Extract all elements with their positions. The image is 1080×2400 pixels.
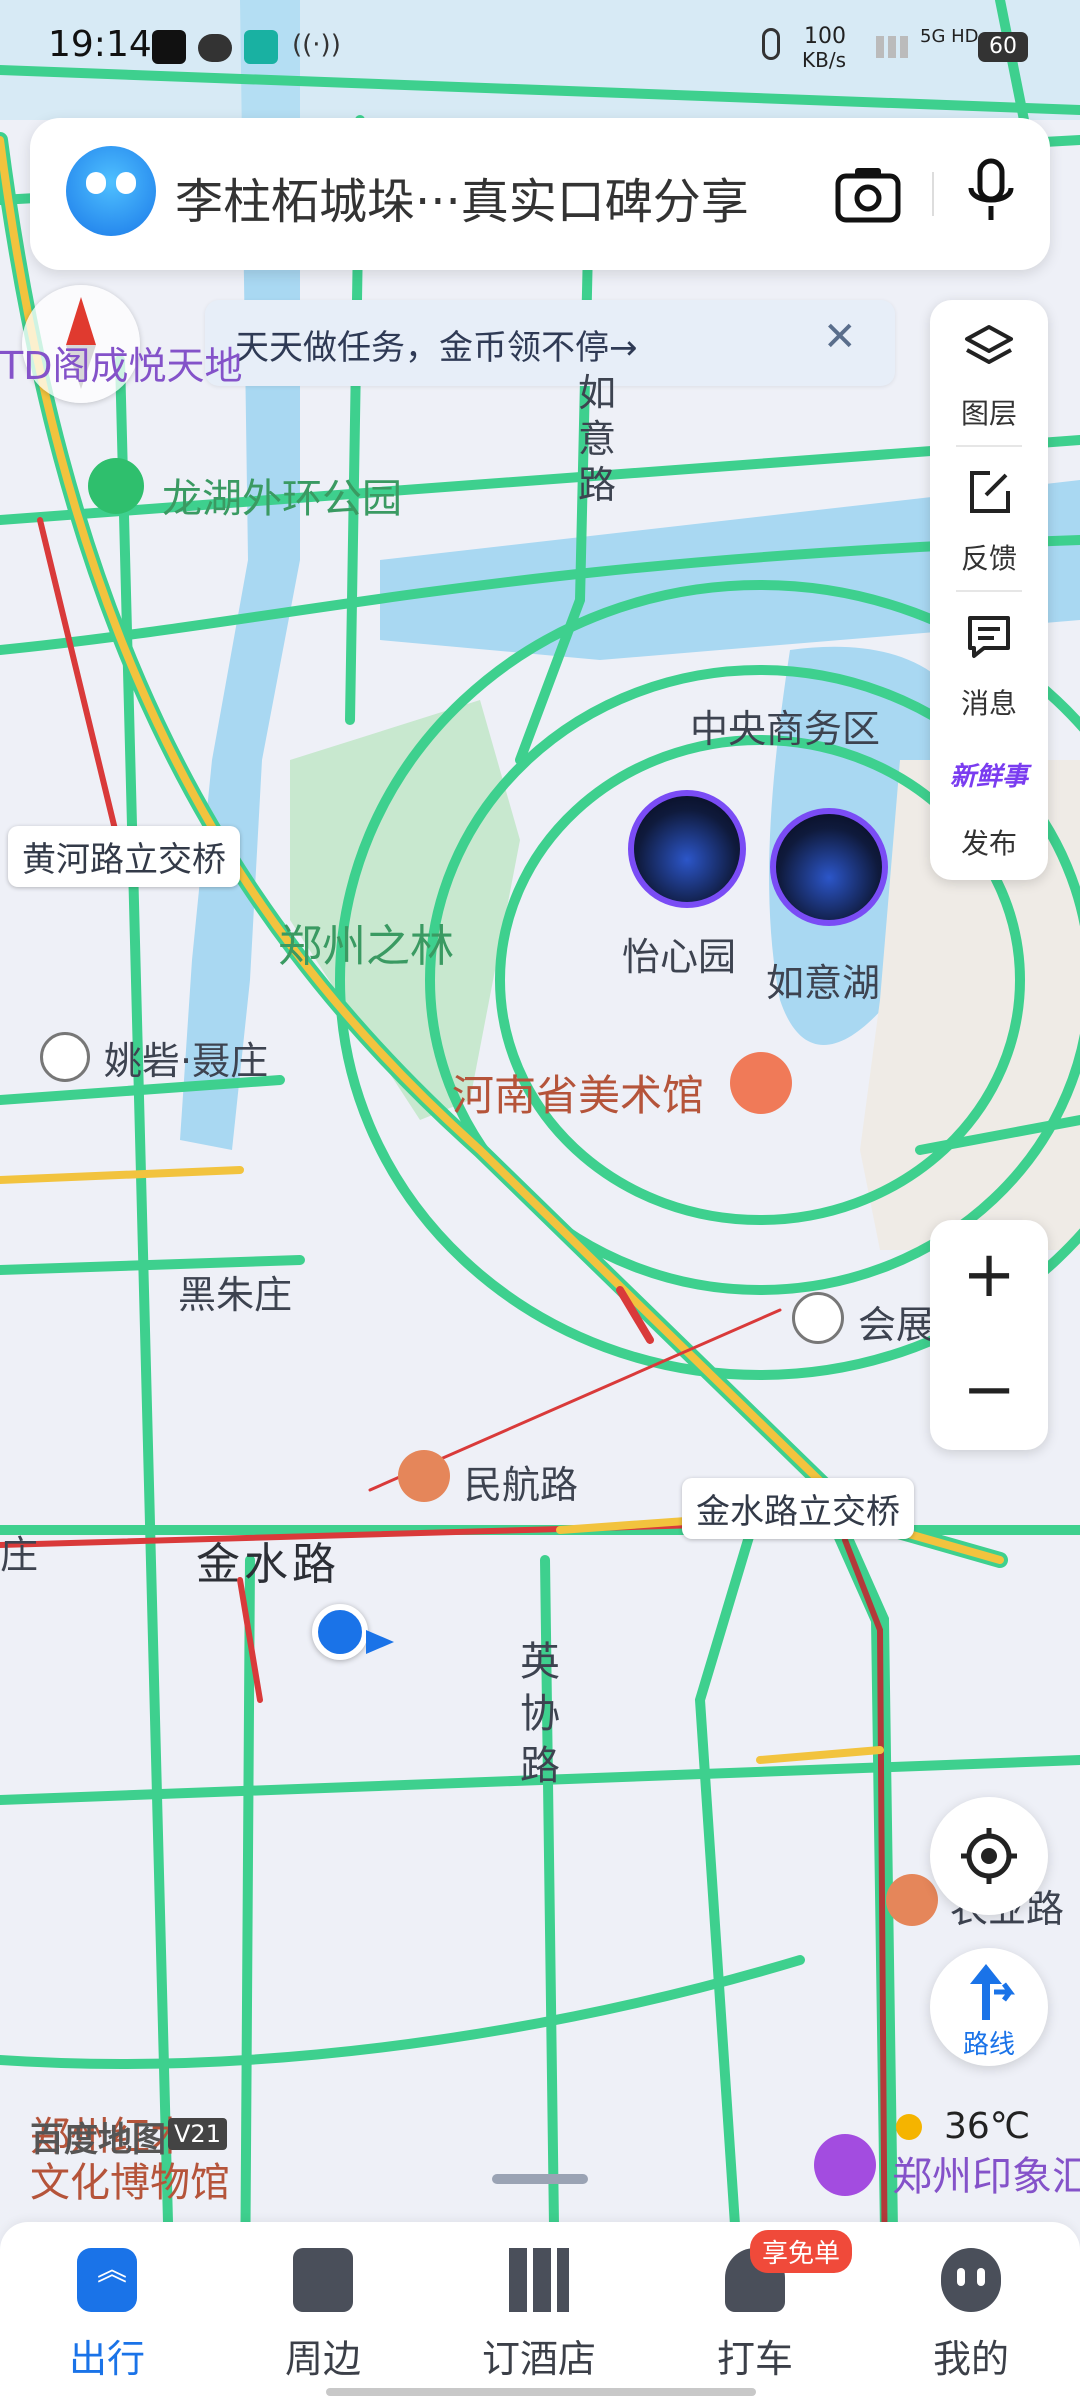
map-label-zhengzhou-forest[interactable]: 郑州之林 bbox=[278, 910, 454, 974]
baidu-map-logo: 百度地图 bbox=[30, 2120, 166, 2160]
wechat-icon bbox=[198, 34, 232, 62]
taxi-free-badge: 享免单 bbox=[750, 2230, 853, 2273]
layers-button[interactable]: 图层 bbox=[930, 300, 1048, 440]
current-location-marker[interactable] bbox=[312, 1604, 368, 1660]
feedback-label: 反馈 bbox=[960, 542, 1017, 575]
map-tool-panel: 图层 反馈 消息 新鲜事 发布 bbox=[930, 300, 1048, 880]
map-label-yixin-garden[interactable]: 怡心园 bbox=[622, 926, 736, 981]
task-banner[interactable]: 天天做任务，金币领不停→ ✕ bbox=[205, 300, 895, 386]
nfc-icon: ((·)) bbox=[292, 30, 341, 60]
sun-icon bbox=[896, 2114, 922, 2140]
tab-mine[interactable]: 我的 bbox=[896, 2248, 1046, 2381]
map-label-yingxie-road: 英协路 bbox=[520, 1639, 560, 1789]
home-indicator bbox=[326, 2388, 756, 2396]
tab-nearby-label: 周边 bbox=[284, 2337, 361, 2381]
tab-hotel-label: 订酒店 bbox=[481, 2337, 596, 2381]
nearby-bag-icon bbox=[293, 2248, 353, 2312]
metro-icon[interactable] bbox=[40, 1032, 90, 1082]
map-label-henan-art-museum[interactable]: 河南省美术馆 bbox=[452, 1062, 704, 1123]
route-button[interactable]: 路线 bbox=[930, 1948, 1048, 2066]
mic-status-icon bbox=[762, 28, 780, 60]
tab-travel-label: 出行 bbox=[68, 2337, 145, 2381]
park-pin-icon[interactable] bbox=[88, 458, 144, 514]
map-label-yaobo-niezhuang[interactable]: 姚砦·聂庄 bbox=[104, 1030, 268, 1085]
map-label-exhibition[interactable]: 会展 bbox=[858, 1294, 934, 1349]
map-label-ruyi-road: 如意路 bbox=[578, 371, 617, 507]
microphone-icon[interactable] bbox=[966, 158, 1016, 228]
task-banner-text[interactable]: 天天做任务，金币领不停→ bbox=[235, 320, 638, 369]
search-input[interactable]: 李柱柘城垛···真实口碑分享 bbox=[175, 162, 749, 232]
map-label-left-edge: 庄 bbox=[0, 1533, 39, 1577]
zoom-in-button[interactable]: + bbox=[930, 1220, 1048, 1335]
boss-app-icon bbox=[244, 30, 278, 64]
status-bar: 19:14 ((·)) 100 KB/s 5G HD 60 bbox=[0, 0, 1080, 100]
zoom-control: + − bbox=[930, 1220, 1048, 1450]
tab-mine-label: 我的 bbox=[932, 2337, 1009, 2381]
search-bar[interactable]: 李柱柘城垛···真实口碑分享 bbox=[30, 118, 1050, 270]
feedback-button[interactable]: 反馈 bbox=[930, 445, 1048, 585]
metro-icon[interactable] bbox=[792, 1292, 844, 1344]
map-label-poi[interactable]: TD阁成悦天地 bbox=[0, 335, 242, 390]
close-icon[interactable]: ✕ bbox=[823, 314, 857, 360]
map-label-huanghe-bridge[interactable]: 黄河路立交桥 bbox=[8, 826, 240, 887]
map-label-cbd[interactable]: 中央商务区 bbox=[690, 698, 880, 753]
messages-button[interactable]: 消息 bbox=[930, 590, 1048, 730]
search-divider bbox=[932, 172, 934, 216]
poi-photo-ruyi-lake[interactable] bbox=[770, 808, 888, 926]
poi-photo-yixin-garden[interactable] bbox=[628, 790, 746, 908]
tab-taxi-label: 打车 bbox=[716, 2337, 793, 2381]
publish-label: 发布 bbox=[960, 827, 1017, 860]
museum-pin-icon[interactable] bbox=[730, 1052, 792, 1114]
map-label-heizhu-zhuang[interactable]: 黑朱庄 bbox=[178, 1264, 292, 1319]
crosshair-icon bbox=[961, 1828, 1017, 1884]
map-label-minhang-road[interactable]: 民航路 bbox=[464, 1454, 578, 1509]
tab-nearby[interactable]: 周边 bbox=[248, 2248, 398, 2381]
profile-avatar-icon bbox=[941, 2248, 1001, 2312]
travel-icon: ︽ bbox=[77, 2248, 137, 2312]
battery-level: 60 bbox=[989, 34, 1017, 59]
tab-hotel[interactable]: 订酒店 bbox=[464, 2248, 614, 2381]
signal-icon bbox=[876, 36, 916, 58]
battery-icon: 60 bbox=[978, 32, 1028, 62]
route-label: 路线 bbox=[962, 2030, 1015, 2060]
map-label-ruyi-lake[interactable]: 如意湖 bbox=[766, 952, 880, 1007]
weather-temperature[interactable]: 36℃ bbox=[944, 2106, 1030, 2147]
publish-button[interactable]: 新鲜事 发布 bbox=[930, 730, 1048, 870]
baidu-map-version: V21 bbox=[168, 2118, 227, 2150]
message-icon bbox=[968, 616, 1010, 658]
map-label-longhu-park[interactable]: 龙湖外环公园 bbox=[162, 466, 402, 524]
net-speed-unit: KB/s bbox=[802, 48, 846, 72]
tiktok-icon bbox=[152, 30, 186, 64]
bottom-tab-bar: ︽ 出行 周边 订酒店 打车 享免单 我的 bbox=[0, 2222, 1080, 2400]
layers-label: 图层 bbox=[960, 397, 1017, 430]
shopping-pin-icon[interactable] bbox=[814, 2134, 876, 2196]
publish-news-logo: 新鲜事 bbox=[949, 762, 1028, 792]
map-label-impression[interactable]: 郑州印象汇 bbox=[892, 2144, 1080, 2202]
hotel-building-icon bbox=[509, 2248, 569, 2312]
bus-stop-icon[interactable] bbox=[398, 1450, 450, 1502]
camera-icon[interactable] bbox=[835, 164, 901, 224]
mascot-icon[interactable] bbox=[66, 146, 156, 236]
route-arrow-icon bbox=[970, 1964, 1015, 2020]
feedback-edit-icon bbox=[970, 471, 1010, 513]
map-label-jinshui-road: 金水路 bbox=[196, 1539, 340, 1590]
layers-icon bbox=[965, 325, 1013, 364]
heading-arrow-icon bbox=[366, 1630, 394, 1654]
bottom-sheet-handle[interactable] bbox=[492, 2174, 588, 2184]
locate-button[interactable] bbox=[930, 1797, 1048, 1915]
bus-stop-icon[interactable] bbox=[886, 1874, 938, 1926]
net-speed-value: 100 bbox=[804, 24, 846, 49]
network-type: 5G HD bbox=[920, 26, 979, 47]
messages-label: 消息 bbox=[960, 687, 1017, 720]
tab-travel[interactable]: ︽ 出行 bbox=[32, 2248, 182, 2381]
zoom-out-button[interactable]: − bbox=[930, 1335, 1048, 1450]
map-label-jinshui-bridge[interactable]: 金水路立交桥 bbox=[682, 1478, 914, 1539]
status-time: 19:14 bbox=[48, 24, 152, 65]
